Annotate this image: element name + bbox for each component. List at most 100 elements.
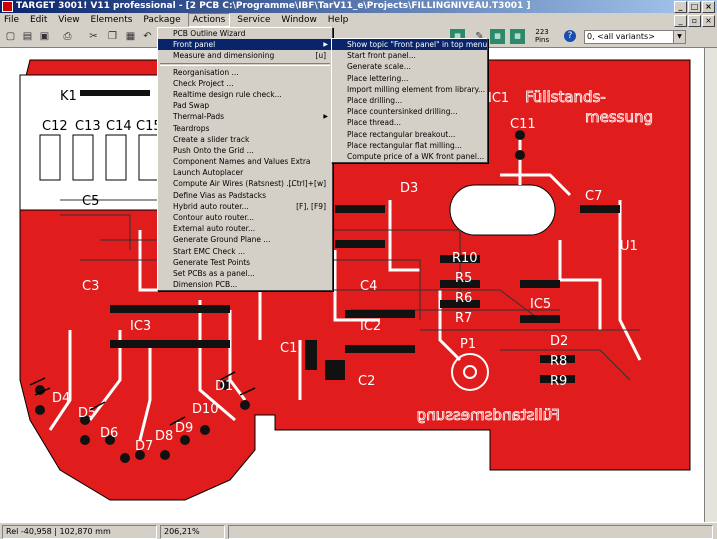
label-c14: C14 bbox=[106, 119, 132, 134]
zoom-readout: 206,21% bbox=[160, 525, 225, 539]
menu-item-start-front-panel[interactable]: Start front panel... bbox=[332, 50, 487, 61]
close-button[interactable]: × bbox=[702, 1, 715, 13]
label-d9: D9 bbox=[175, 421, 193, 436]
menu-item-place-thread[interactable]: Place thread... bbox=[332, 117, 487, 128]
menu-elements[interactable]: Elements bbox=[86, 13, 136, 27]
vertical-scrollbar[interactable] bbox=[704, 48, 717, 522]
mdi-restore-button[interactable]: ▫ bbox=[688, 15, 701, 27]
status-message bbox=[228, 525, 713, 539]
menu-item-generate-scale[interactable]: Generate scale... bbox=[332, 61, 487, 72]
menu-item-compute-price[interactable]: Compute price of a WK front panel... bbox=[332, 151, 487, 162]
label-c12: C12 bbox=[42, 119, 68, 134]
menu-item-check-project[interactable]: Check Project ... bbox=[158, 78, 332, 89]
label-c13: C13 bbox=[75, 119, 101, 134]
label-c11: C11 bbox=[510, 117, 536, 132]
menu-item-component-names[interactable]: Component Names and Values Extra bbox=[158, 156, 332, 167]
coords-readout: Rel -40,958 | 102,870 mm bbox=[2, 525, 157, 539]
menu-file[interactable]: File bbox=[0, 13, 23, 27]
menu-item-thermal-pads[interactable]: Thermal-Pads ▶ bbox=[158, 111, 332, 122]
menu-item-slider-track[interactable]: Create a slider track bbox=[158, 134, 332, 145]
label-p1: P1 bbox=[460, 337, 476, 352]
window-title: TARGET 3001! V11 professional - [2 PCB C… bbox=[16, 1, 531, 11]
menu-item-measure-dimensioning[interactable]: Measure and dimensioning [u] bbox=[158, 50, 332, 61]
label-title-bottom: messung bbox=[585, 108, 653, 126]
menu-item-rect-flat-milling[interactable]: Place rectangular flat milling... bbox=[332, 140, 487, 151]
label-d1: D1 bbox=[215, 379, 233, 394]
menu-bar: File Edit View Elements Package Actions … bbox=[0, 13, 717, 27]
gerber-tool-icon[interactable]: ▦ bbox=[510, 29, 525, 44]
undo-icon[interactable]: ↶ bbox=[140, 29, 155, 44]
menu-actions[interactable]: Actions bbox=[187, 13, 231, 27]
label-c7: C7 bbox=[585, 189, 602, 204]
menu-item-emc-check[interactable]: Start EMC Check ... bbox=[158, 246, 332, 257]
copy-icon[interactable]: ❐ bbox=[105, 29, 120, 44]
menu-item-autoplacer[interactable]: Launch Autoplacer bbox=[158, 167, 332, 178]
submenu-arrow-icon: ▶ bbox=[323, 113, 328, 121]
help-icon[interactable]: ? bbox=[564, 30, 576, 42]
label-d2: D2 bbox=[550, 334, 568, 349]
menu-item-rect-breakout[interactable]: Place rectangular breakout... bbox=[332, 129, 487, 140]
mounting-slot bbox=[449, 184, 556, 236]
mdi-close-button[interactable]: × bbox=[702, 15, 715, 27]
menu-item-test-points[interactable]: Generate Test Points bbox=[158, 257, 332, 268]
new-file-icon[interactable]: ▢ bbox=[3, 29, 18, 44]
maximize-button[interactable]: □ bbox=[688, 1, 701, 13]
menu-item-ground-plane[interactable]: Generate Ground Plane ... bbox=[158, 234, 332, 245]
actions-menu: PCB Outline Wizard Front panel ▶ Measure … bbox=[157, 27, 333, 292]
label-c1: C1 bbox=[280, 341, 297, 356]
menu-item-realtime-drc[interactable]: Realtime design rule check... bbox=[158, 89, 332, 100]
open-folder-icon[interactable]: ▤ bbox=[20, 29, 35, 44]
paste-icon[interactable]: ▦ bbox=[123, 29, 138, 44]
label-c3: C3 bbox=[82, 279, 99, 294]
menu-item-place-drilling[interactable]: Place drilling... bbox=[332, 95, 487, 106]
drc-tool-icon[interactable]: ▦ bbox=[490, 29, 505, 44]
cut-icon[interactable]: ✂ bbox=[86, 29, 101, 44]
menu-item-hybrid-router[interactable]: Hybrid auto router... [F], [F9] bbox=[158, 201, 332, 212]
menu-package[interactable]: Package bbox=[139, 13, 184, 27]
menu-item-vias-padstacks[interactable]: Define Vias as Padstacks bbox=[158, 190, 332, 201]
menu-help[interactable]: Help bbox=[324, 13, 353, 27]
menu-view[interactable]: View bbox=[54, 13, 83, 27]
menu-item-teardrops[interactable]: Teardrops bbox=[158, 123, 332, 134]
menu-service[interactable]: Service bbox=[233, 13, 274, 27]
label-title-top: Füllstands- bbox=[525, 88, 606, 106]
menu-item-push-grid[interactable]: Push Onto the Grid ... bbox=[158, 145, 332, 156]
label-r10: R10 bbox=[452, 251, 478, 266]
menu-item-import-milling[interactable]: Import milling element from library... bbox=[332, 84, 487, 95]
menu-item-dimension-pcb[interactable]: Dimension PCB... bbox=[158, 279, 332, 290]
menu-item-place-countersinked[interactable]: Place countersinked drilling... bbox=[332, 106, 487, 117]
label-d3: D3 bbox=[400, 181, 418, 196]
label-r7: R7 bbox=[455, 311, 472, 326]
save-icon[interactable]: ▣ bbox=[37, 29, 52, 44]
mdi-minimize-button[interactable]: _ bbox=[674, 15, 687, 27]
menu-window[interactable]: Window bbox=[277, 13, 321, 27]
menu-item-reorganisation[interactable]: Reorganisation ... bbox=[158, 67, 332, 78]
print-icon[interactable]: ⎙ bbox=[60, 29, 75, 44]
label-r5: R5 bbox=[455, 271, 472, 286]
menu-item-place-lettering[interactable]: Place lettering... bbox=[332, 73, 487, 84]
label-mirror-text: Füllstandsmessung bbox=[417, 406, 560, 424]
label-d8: D8 bbox=[155, 429, 173, 444]
menu-item-pad-swap[interactable]: Pad Swap bbox=[158, 100, 332, 111]
label-d7: D7 bbox=[135, 439, 153, 454]
menu-item-air-wires[interactable]: Compute Air Wires (Ratsnest) ... [Ctrl]+[… bbox=[158, 178, 332, 189]
label-d6: D6 bbox=[100, 426, 118, 441]
label-d4: D4 bbox=[52, 391, 70, 406]
menu-item-front-panel[interactable]: Front panel ▶ bbox=[158, 39, 332, 51]
front-panel-submenu: Show topic "Front panel" in top menu Sta… bbox=[331, 38, 488, 164]
menu-item-panel[interactable]: Set PCBs as a panel... bbox=[158, 268, 332, 279]
label-ic3: IC3 bbox=[130, 319, 151, 334]
minimize-button[interactable]: _ bbox=[674, 1, 687, 13]
menu-item-contour-router[interactable]: Contour auto router... bbox=[158, 212, 332, 223]
chevron-down-icon[interactable]: ▼ bbox=[673, 31, 685, 43]
menu-edit[interactable]: Edit bbox=[26, 13, 51, 27]
variant-select[interactable]: 0, <all variants> ▼ bbox=[584, 30, 686, 44]
label-k1: K1 bbox=[60, 89, 77, 104]
label-ic2: IC2 bbox=[360, 319, 381, 334]
menu-item-external-router[interactable]: External auto router... bbox=[158, 223, 332, 234]
menu-item-pcb-outline-wizard[interactable]: PCB Outline Wizard bbox=[158, 28, 332, 39]
menu-item-show-front-panel-topic[interactable]: Show topic "Front panel" in top menu bbox=[332, 39, 487, 51]
label-c5: C5 bbox=[82, 194, 99, 209]
label-r8: R8 bbox=[550, 354, 567, 369]
title-bar: TARGET 3001! V11 professional - [2 PCB C… bbox=[0, 0, 717, 13]
